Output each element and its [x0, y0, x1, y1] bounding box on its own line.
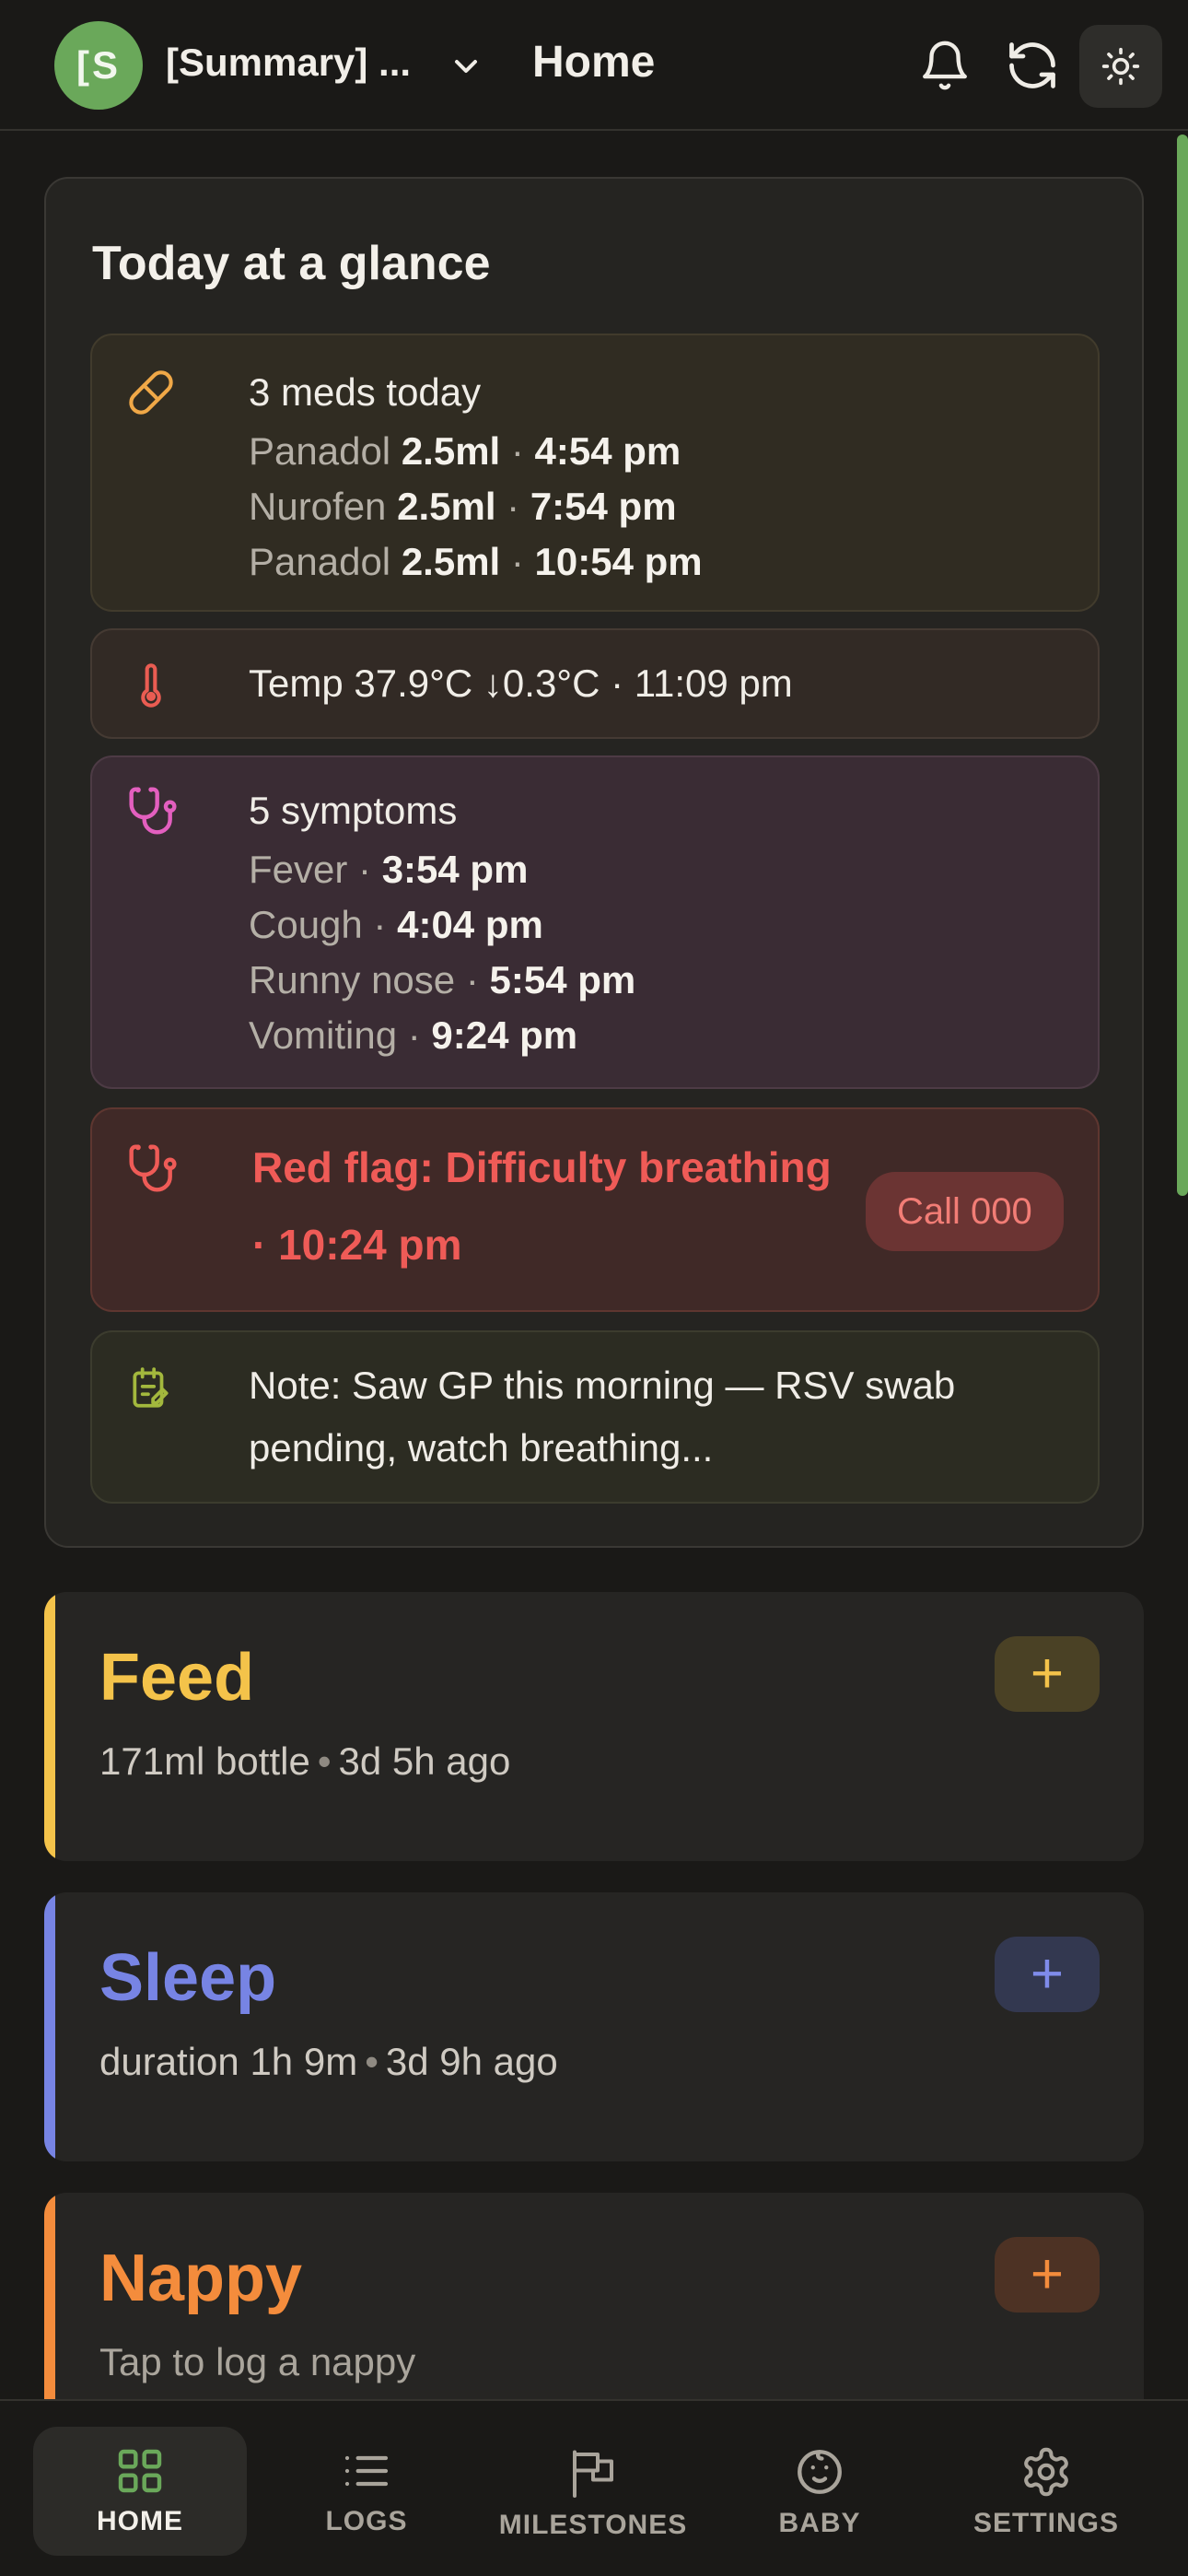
symptom-entry: Cough · 4:04 pm [249, 903, 543, 946]
theme-toggle-button[interactable] [1079, 25, 1162, 108]
note-text-line1: Note: Saw GP this morning — RSV swab [249, 1364, 956, 1407]
card-title: Today at a glance [92, 237, 491, 290]
thermometer-icon [127, 662, 175, 709]
baby-face-icon [793, 2427, 846, 2499]
stethoscope-icon [127, 785, 177, 835]
grid-icon [114, 2427, 166, 2497]
nappy-hint: Tap to log a nappy [99, 2340, 416, 2383]
stethoscope-icon [127, 1142, 177, 1192]
red-flag-title: Red flag: Difficulty breathing [252, 1143, 832, 1191]
avatar[interactable]: [S [54, 21, 143, 110]
feed-card[interactable]: Feed 171ml bottle • 3d 5h ago + [44, 1592, 1144, 1861]
sleep-last-entry: duration 1h 9m • 3d 9h ago [99, 2040, 558, 2083]
meds-heading: 3 meds today [249, 370, 482, 414]
feed-accent-bar [44, 1592, 55, 1861]
med-entry: Panadol 2.5ml · 10:54 pm [249, 540, 703, 583]
nav-label: SETTINGS [973, 2508, 1119, 2538]
nav-label: HOME [97, 2506, 183, 2536]
bell-icon[interactable] [910, 30, 980, 100]
call-emergency-button[interactable]: Call 000 [866, 1172, 1064, 1251]
sun-icon [1101, 46, 1141, 87]
symptom-entry: Fever · 3:54 pm [249, 848, 529, 891]
gear-icon [1019, 2427, 1073, 2499]
nav-baby[interactable]: BABY [713, 2427, 926, 2556]
list-icon [341, 2427, 392, 2497]
sleep-accent-bar [44, 1892, 55, 2161]
today-at-a-glance-card: Today at a glance 3 meds today Panadol 2… [44, 177, 1144, 1548]
nav-home[interactable]: HOME [33, 2427, 247, 2556]
symptoms-heading: 5 symptoms [249, 789, 458, 832]
chevron-down-icon[interactable] [448, 48, 484, 85]
symptoms-tile[interactable]: 5 symptoms Fever · 3:54 pm Cough · 4:04 … [90, 755, 1100, 1089]
app-header: [S [Summary] ... Home [0, 0, 1188, 131]
red-flag-tile[interactable]: Red flag: Difficulty breathing · 10:24 p… [90, 1107, 1100, 1312]
bottom-navigation: HOME LOGS MILESTONES BABY SETTINGS [0, 2399, 1188, 2576]
nappy-title: Nappy [99, 2242, 303, 2315]
sleep-title: Sleep [99, 1941, 277, 2015]
add-sleep-button[interactable]: + [995, 1937, 1100, 2012]
feed-last-entry: 171ml bottle • 3d 5h ago [99, 1739, 511, 1783]
add-feed-button[interactable]: + [995, 1636, 1100, 1712]
page-title: Home [532, 38, 656, 87]
symptom-entry: Vomiting · 9:24 pm [249, 1013, 578, 1057]
note-tile[interactable]: Note: Saw GP this morning — RSV swab pen… [90, 1330, 1100, 1504]
nav-label: MILESTONES [498, 2510, 688, 2540]
symptom-entry: Runny nose · 5:54 pm [249, 958, 636, 1001]
nav-logs[interactable]: LOGS [260, 2427, 473, 2556]
nav-milestones[interactable]: MILESTONES [486, 2427, 700, 2556]
feed-title: Feed [99, 1641, 255, 1715]
temperature-reading: Temp 37.9°C ↓0.3°C · 11:09 pm [249, 662, 793, 705]
nav-label: BABY [778, 2508, 861, 2538]
nav-label: LOGS [325, 2506, 408, 2536]
meds-summary-tile[interactable]: 3 meds today Panadol 2.5ml · 4:54 pm Nur… [90, 334, 1100, 612]
temperature-tile[interactable]: Temp 37.9°C ↓0.3°C · 11:09 pm [90, 628, 1100, 739]
profile-switcher-name[interactable]: [Summary] ... [166, 41, 411, 85]
med-entry: Nurofen 2.5ml · 7:54 pm [249, 485, 677, 528]
med-entry: Panadol 2.5ml · 4:54 pm [249, 429, 681, 473]
red-flag-time: · 10:24 pm [252, 1221, 462, 1269]
note-icon [127, 1365, 175, 1413]
refresh-icon[interactable] [997, 30, 1067, 100]
nav-settings[interactable]: SETTINGS [939, 2427, 1153, 2556]
add-nappy-button[interactable]: + [995, 2237, 1100, 2313]
note-text-line2: pending, watch breathing... [249, 1426, 714, 1469]
flag-icon [565, 2427, 621, 2500]
scrollbar[interactable] [1177, 135, 1188, 1196]
pill-icon [127, 369, 175, 416]
sleep-card[interactable]: Sleep duration 1h 9m • 3d 9h ago + [44, 1892, 1144, 2161]
